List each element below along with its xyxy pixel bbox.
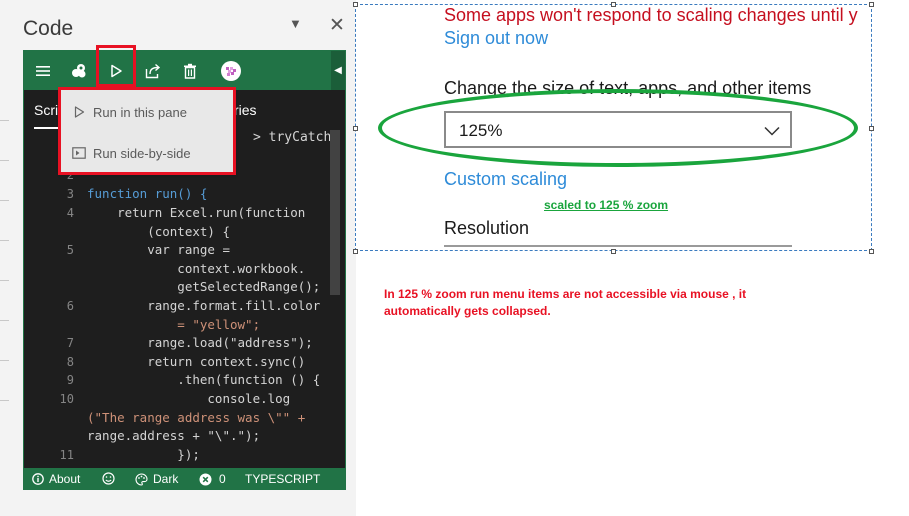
line-number: 8 <box>66 355 74 369</box>
line-number: 3 <box>66 187 74 201</box>
annotation-line: automatically gets collapsed. <box>384 304 551 318</box>
collapse-pane-icon[interactable]: ◀ <box>331 51 345 90</box>
status-language[interactable]: TYPESCRIPT <box>245 472 320 486</box>
status-about-label: About <box>49 472 81 486</box>
resize-handle[interactable] <box>611 2 616 7</box>
status-bar: About Dark 0 TYPESCRIPT <box>24 468 345 489</box>
custom-scaling-link[interactable]: Custom scaling <box>444 169 567 190</box>
resize-handle[interactable] <box>353 2 358 7</box>
code-line: range.address + "\"."); <box>87 428 261 443</box>
zoom-highlight-ellipse <box>378 89 858 167</box>
code-line: console.log <box>87 391 291 406</box>
samples-icon[interactable] <box>62 51 96 90</box>
share-icon[interactable] <box>136 51 170 90</box>
chevron-down-icon[interactable]: ▼ <box>289 16 302 31</box>
info-icon <box>32 473 44 485</box>
code-line: function run() { <box>87 186 208 201</box>
palette-icon <box>135 472 148 486</box>
code-scrollbar[interactable] <box>330 130 340 295</box>
settings-icon[interactable] <box>214 51 248 90</box>
line-number: 5 <box>66 243 74 257</box>
toolbar <box>24 51 345 90</box>
sign-out-link[interactable]: Sign out now <box>444 28 548 49</box>
resize-handle[interactable] <box>353 126 358 131</box>
status-error-count: 0 <box>219 472 226 486</box>
scaling-warning: Some apps won't respond to scaling chang… <box>444 5 858 25</box>
resize-handle[interactable] <box>869 126 874 131</box>
line-number: 10 <box>59 392 74 406</box>
status-errors[interactable]: 0 <box>199 472 226 486</box>
run-menu-highlight <box>58 87 236 175</box>
code-editor[interactable]: > tryCatch 1 2 3 4 5 6 7 8 9 10 11 funct… <box>24 130 345 468</box>
line-number: 9 <box>66 373 74 387</box>
tab-libraries[interactable]: ries <box>234 102 257 118</box>
resolution-dropdown-edge <box>444 245 792 247</box>
breadcrumb[interactable]: > tryCatch <box>253 130 331 145</box>
code-line: range.format.fill.color <box>87 298 321 313</box>
resize-handle[interactable] <box>869 249 874 254</box>
line-number: 6 <box>66 299 74 313</box>
status-theme-label: Dark <box>153 472 179 486</box>
hamburger-menu-icon[interactable] <box>26 51 60 90</box>
status-theme[interactable]: Dark <box>135 472 178 486</box>
code-line: ("The range address was \"" + <box>87 410 306 425</box>
line-number: 7 <box>66 336 74 350</box>
code-line: range.load("address"); <box>87 335 313 350</box>
run-button-highlight <box>96 45 136 87</box>
code-line: }); <box>87 447 200 462</box>
annotation-line: In 125 % zoom run menu items are not acc… <box>384 287 747 301</box>
code-line: return context.sync() <box>87 354 306 369</box>
status-about[interactable]: About <box>32 472 80 486</box>
annotation-note: In 125 % zoom run menu items are not acc… <box>384 286 814 320</box>
delete-trash-icon[interactable] <box>173 51 207 90</box>
close-icon[interactable]: ✕ <box>329 14 345 36</box>
scaled-zoom-note: scaled to 125 % zoom <box>544 198 669 212</box>
code-line: var range = <box>87 242 230 257</box>
feedback-smiley-icon[interactable] <box>102 472 115 485</box>
code-line: = "yellow"; <box>87 317 261 332</box>
resize-handle[interactable] <box>353 249 358 254</box>
resolution-label: Resolution <box>444 218 530 238</box>
code-line: return Excel.run(function <box>87 205 306 220</box>
error-icon <box>199 473 212 485</box>
pane-title: Code <box>23 17 74 40</box>
line-number: 11 <box>59 448 74 462</box>
resize-handle[interactable] <box>611 249 616 254</box>
code-line: context.workbook. <box>87 261 306 276</box>
code-line: (context) { <box>87 224 230 239</box>
resize-handle[interactable] <box>869 2 874 7</box>
code-line: .then(function () { <box>87 372 321 387</box>
code-line: getSelectedRange(); <box>87 279 321 294</box>
line-number: 4 <box>66 206 74 220</box>
